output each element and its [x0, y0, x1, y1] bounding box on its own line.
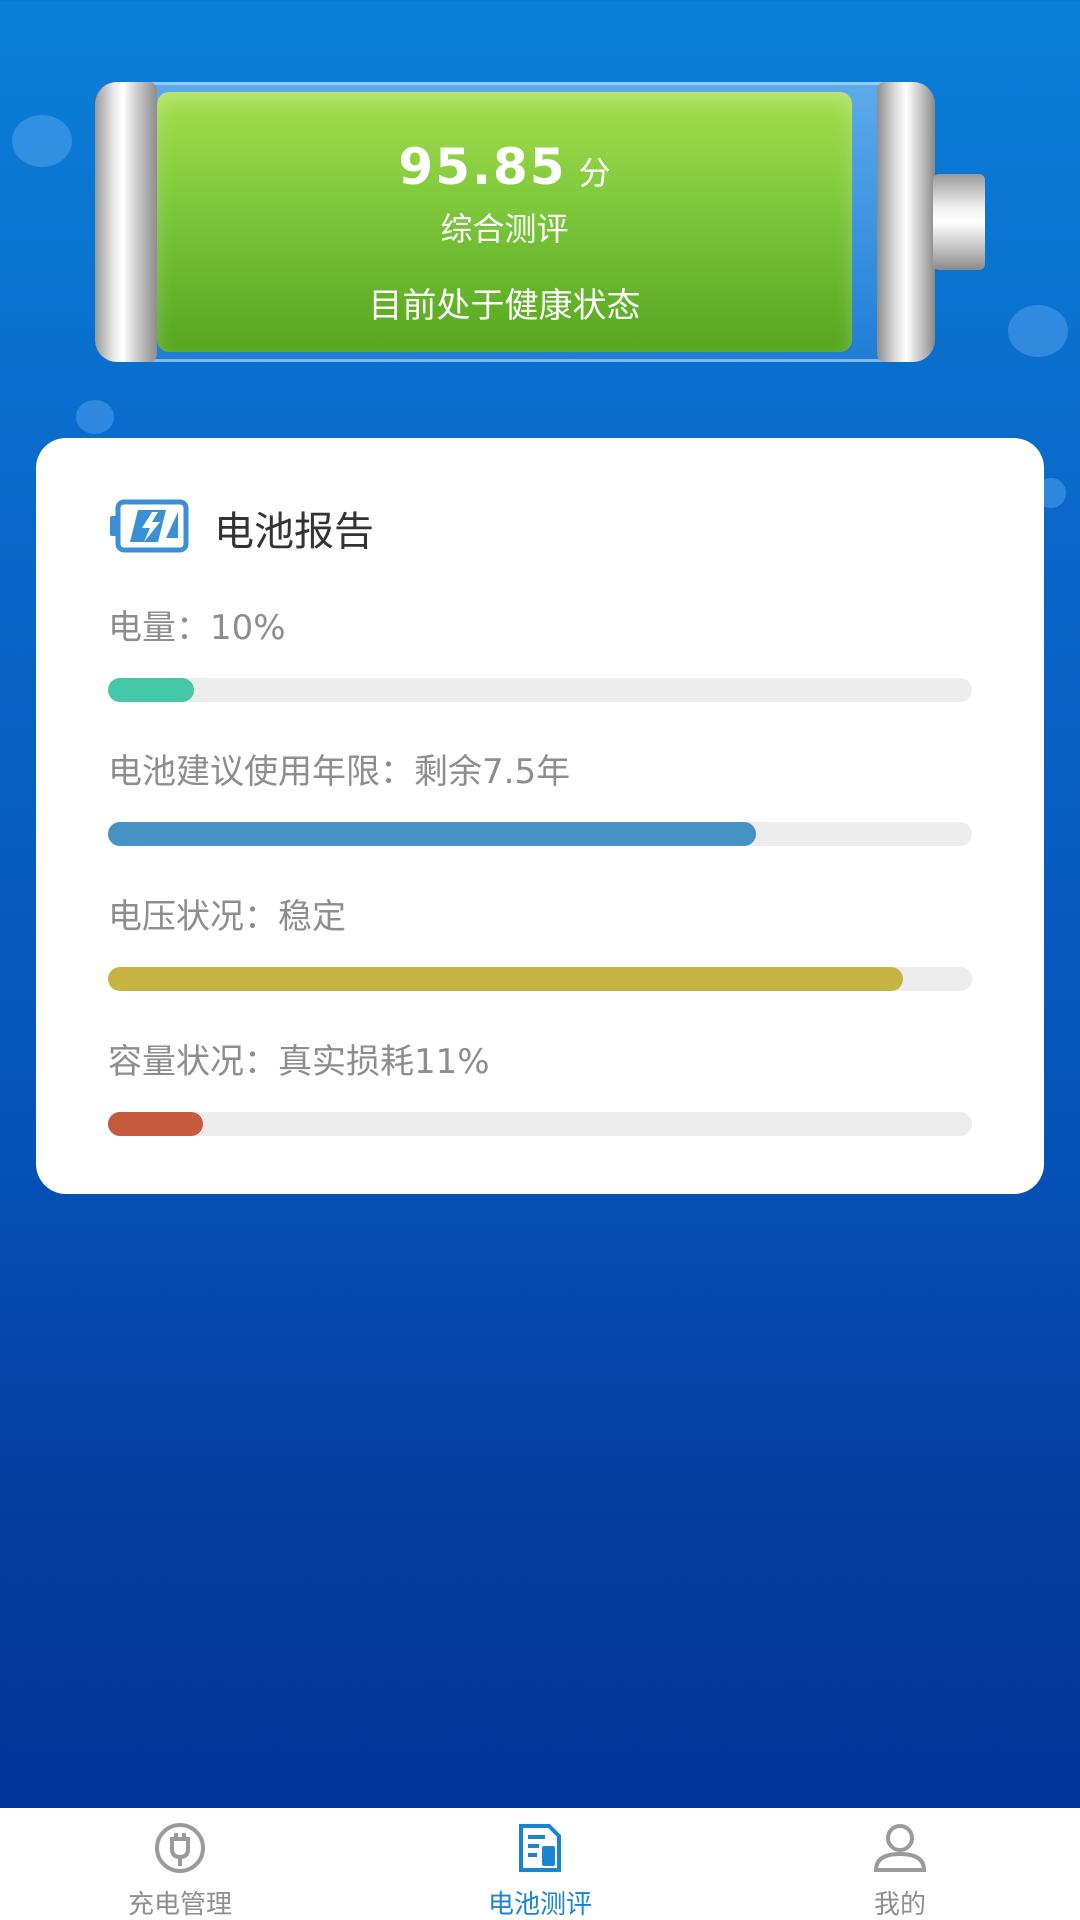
score-label: 综合测评 [440, 210, 569, 248]
report-icon [515, 1822, 565, 1878]
nav-item-charging[interactable]: 充电管理 [0, 1808, 360, 1920]
progress-fill [108, 678, 195, 702]
battery-report-card: 电池报告 电量：10% 电池建议使用年限：剩余7.5年 电压状况：稳定 容量状况… [36, 438, 1044, 1194]
nav-item-mine[interactable]: 我的 [720, 1808, 1080, 1920]
progress-track [108, 1112, 972, 1136]
metric-lifespan: 电池建议使用年限：剩余7.5年 [108, 752, 972, 846]
bubble-decoration [1008, 305, 1068, 357]
nav-label: 充电管理 [127, 1890, 232, 1920]
progress-fill [108, 967, 903, 991]
nav-label: 我的 [873, 1890, 926, 1920]
progress-track [108, 678, 972, 702]
plug-icon [153, 1822, 207, 1878]
metric-label: 电量：10% [108, 608, 286, 648]
battery-cap-left [95, 82, 157, 362]
battery-terminal [933, 174, 985, 270]
progress-fill [108, 822, 756, 846]
card-header: 电池报告 [108, 498, 374, 558]
battery-cap-right [877, 82, 935, 362]
score-value: 95.85 [398, 138, 567, 196]
progress-fill [108, 1112, 204, 1136]
metric-capacity: 容量状况：真实损耗11% [108, 1042, 972, 1136]
user-icon [871, 1822, 929, 1878]
metric-label: 电池建议使用年限：剩余7.5年 [108, 752, 571, 792]
nav-label: 电池测评 [487, 1890, 592, 1920]
score-row: 95.85 分 [398, 138, 610, 196]
battery-score-panel: 95.85 分 综合测评 目前处于健康状态 [95, 82, 995, 362]
card-title: 电池报告 [214, 509, 374, 555]
metric-voltage: 电压状况：稳定 [108, 897, 972, 991]
score-unit: 分 [578, 154, 611, 192]
progress-track [108, 967, 972, 991]
health-status: 目前处于健康状态 [368, 286, 641, 326]
bottom-nav: 充电管理 电池测评 我的 [0, 1808, 1080, 1920]
bubble-decoration [76, 400, 114, 434]
bubble-decoration [12, 115, 72, 167]
progress-track [108, 822, 972, 846]
metric-label: 容量状况：真实损耗11% [108, 1042, 490, 1082]
nav-item-battery-eval[interactable]: 电池测评 [360, 1808, 720, 1920]
metric-label: 电压状况：稳定 [108, 897, 346, 937]
battery-charge-icon [108, 498, 192, 558]
metric-charge: 电量：10% [108, 608, 972, 702]
battery-text: 95.85 分 综合测评 目前处于健康状态 [157, 92, 852, 352]
